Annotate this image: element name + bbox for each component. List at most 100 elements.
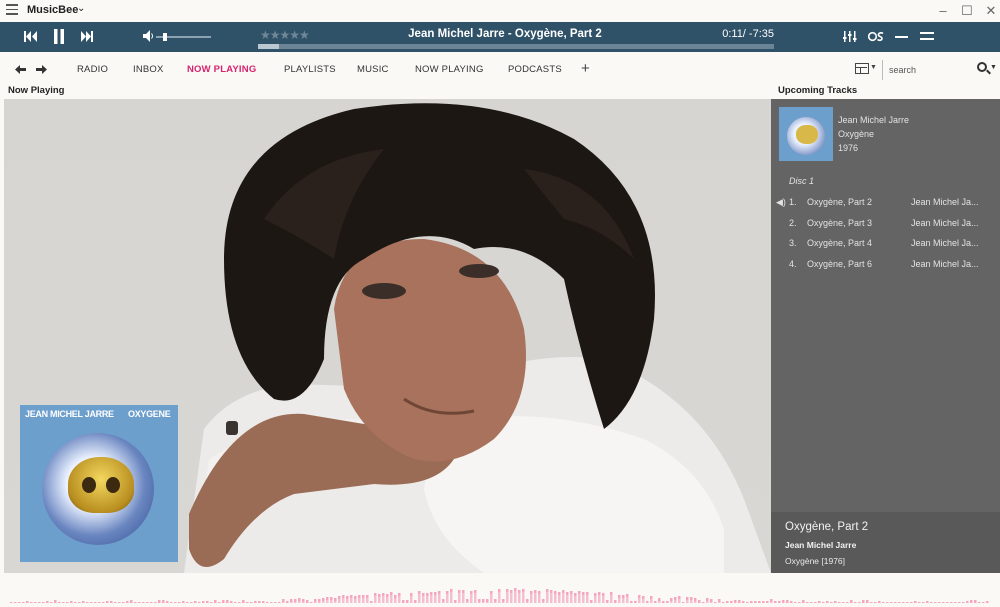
disc-label: Disc 1	[789, 176, 815, 186]
album-cover-artist-text: JEAN MICHEL JARRE	[25, 409, 114, 419]
spectrum-bar	[174, 602, 177, 603]
tab-playlists[interactable]: PLAYLISTS	[284, 64, 336, 75]
spectrum-bar	[554, 591, 557, 603]
spectrum-bar	[122, 602, 125, 603]
upcoming-album-artist: Jean Michel Jarre	[838, 115, 910, 125]
spectrum-bar	[454, 600, 457, 603]
spectrum-bar	[734, 600, 737, 603]
spectrum-bar	[750, 601, 753, 603]
track-row[interactable]: 2. Oxygène, Part 3 Jean Michel Ja...	[771, 218, 1000, 236]
spectrum-bar	[518, 590, 521, 603]
track-row[interactable]: 4. Oxygène, Part 6 Jean Michel Ja...	[771, 259, 1000, 277]
spectrum-bar	[14, 602, 17, 603]
rating-stars[interactable]: ★★★★★	[260, 28, 310, 42]
minimize-player-icon[interactable]	[895, 36, 908, 38]
search-icon[interactable]	[977, 62, 987, 72]
hamburger-icon[interactable]	[6, 4, 18, 16]
spectrum-bar	[398, 593, 401, 603]
upcoming-tracks-panel: Jean Michel Jarre Oxygène 1976 Disc 1 ◀)…	[771, 99, 1000, 573]
pause-icon[interactable]	[54, 29, 64, 44]
spectrum-bar	[90, 602, 93, 603]
spectrum-bar	[478, 599, 481, 603]
app-menu-chevron-icon[interactable]: ⌄	[77, 3, 85, 14]
player-bar: ★★★★★ Jean Michel Jarre - Oxygène, Part …	[0, 22, 1000, 52]
minimize-window-button[interactable]: –	[934, 2, 952, 20]
spectrum-bar	[106, 601, 109, 603]
spectrum-bar	[878, 601, 881, 603]
close-window-button[interactable]: ✕	[982, 2, 1000, 20]
title-bar: MusicBee ⌄ – ☐ ✕	[0, 0, 1000, 22]
spectrum-bar	[930, 602, 933, 603]
tab-inbox[interactable]: INBOX	[133, 64, 164, 75]
album-cover[interactable]: JEAN MICHEL JARRE OXYGENE	[20, 405, 178, 562]
spectrum-bar	[854, 602, 857, 603]
spectrum-bar	[926, 601, 929, 603]
track-row[interactable]: ◀) 1. Oxygène, Part 2 Jean Michel Ja...	[771, 197, 1000, 215]
spectrum-bar	[346, 596, 349, 603]
add-tab-button[interactable]: +	[581, 60, 590, 77]
tab-radio[interactable]: RADIO	[77, 64, 108, 75]
spectrum-bar	[918, 602, 921, 603]
layout-dropdown-chevron-icon[interactable]: ▼	[870, 64, 877, 71]
spectrum-bar	[978, 602, 981, 603]
spectrum-bar	[642, 596, 645, 603]
upcoming-album-cover[interactable]	[779, 107, 833, 161]
spectrum-bar	[470, 591, 473, 603]
current-track-artist[interactable]: Jean Michel Jarre	[785, 540, 856, 550]
spectrum-bar	[866, 600, 869, 603]
spectrum-bar	[942, 602, 945, 603]
spectrum-bar	[70, 601, 73, 603]
spectrum-bar	[778, 601, 781, 603]
spectrum-bar	[82, 601, 85, 603]
forward-arrow-icon[interactable]	[36, 65, 47, 74]
track-number: 3.	[789, 238, 797, 248]
upcoming-tracks-panel-title: Upcoming Tracks	[778, 85, 858, 96]
spectrum-bar	[766, 601, 769, 603]
tab-now-playing-active[interactable]: NOW PLAYING	[187, 64, 256, 75]
layout-icon[interactable]	[855, 63, 869, 74]
search-input[interactable]	[889, 63, 969, 77]
upcoming-album-year: 1976	[838, 143, 859, 153]
track-row[interactable]: 3. Oxygène, Part 4 Jean Michel Ja...	[771, 238, 1000, 256]
previous-icon[interactable]	[24, 30, 38, 43]
spectrum-bar	[546, 589, 549, 603]
spectrum-bar	[218, 602, 221, 603]
spectrum-bar	[490, 591, 493, 603]
spectrum-bar	[414, 600, 417, 603]
equalizer-icon[interactable]	[843, 31, 857, 42]
tab-podcasts[interactable]: PODCASTS	[508, 64, 562, 75]
app-name[interactable]: MusicBee	[27, 4, 78, 16]
tab-now-playing[interactable]: NOW PLAYING	[415, 64, 484, 75]
spectrum-bar	[774, 601, 777, 603]
menu-lines-icon[interactable]	[920, 32, 934, 41]
spectrum-bar	[86, 602, 89, 603]
spectrum-bar	[522, 589, 525, 603]
spectrum-bar	[786, 600, 789, 603]
spectrum-bar	[242, 600, 245, 603]
spectrum-bar	[482, 599, 485, 603]
progress-bar[interactable]	[258, 44, 774, 49]
spectrum-bar	[982, 602, 985, 603]
volume-icon[interactable]	[143, 30, 154, 42]
next-icon[interactable]	[80, 30, 94, 43]
maximize-window-button[interactable]: ☐	[958, 2, 976, 20]
back-arrow-icon[interactable]	[15, 65, 26, 74]
spectrum-bar	[622, 595, 625, 603]
track-number: 4.	[789, 259, 797, 269]
time-display[interactable]: 0:11/ -7:35	[700, 28, 774, 40]
spectrum-bar	[10, 602, 13, 603]
spectrum-bar	[578, 591, 581, 603]
tab-music[interactable]: MUSIC	[357, 64, 389, 75]
spectrum-bar	[666, 601, 669, 603]
spectrum-bar	[590, 600, 593, 603]
now-playing-panel-title: Now Playing	[8, 85, 65, 96]
spectrum-bar	[334, 598, 337, 603]
spectrum-bar	[294, 599, 297, 603]
search-dropdown-chevron-icon[interactable]: ▼	[990, 64, 997, 71]
volume-slider-knob[interactable]	[162, 33, 167, 41]
scrobble-icon[interactable]	[868, 31, 885, 42]
spectrum-bar	[714, 602, 717, 603]
current-track-album[interactable]: Oxygène [1976]	[785, 556, 845, 566]
spectrum-bar	[430, 592, 433, 603]
spectrum-bar	[330, 597, 333, 603]
